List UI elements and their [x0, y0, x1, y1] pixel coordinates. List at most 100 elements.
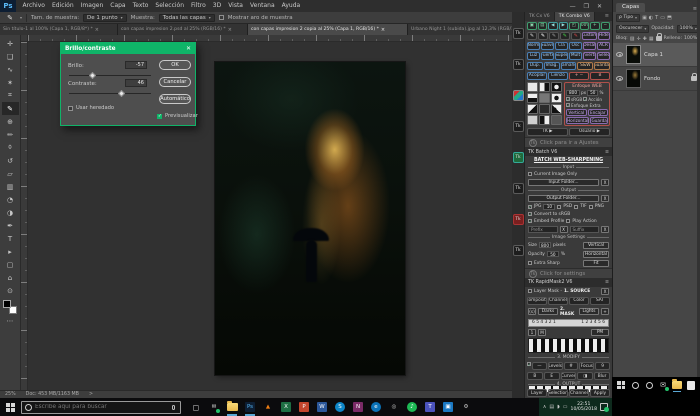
desaturate-button[interactable]: Desat — [583, 42, 596, 50]
prefix-field[interactable]: Prefix — [528, 226, 558, 233]
tk-panel-icon[interactable]: Tk — [513, 121, 524, 132]
powerpoint-button[interactable]: P — [297, 400, 311, 414]
document-icon[interactable] — [686, 380, 696, 390]
mask-thumbnail[interactable] — [551, 93, 562, 103]
tk-panel-icon[interactable]: Tk — [513, 28, 524, 39]
lock-position-icon[interactable]: ✚ — [643, 36, 647, 42]
image-button[interactable]: Imag. — [544, 62, 560, 70]
convert-srgb-checkbox[interactable] — [528, 212, 532, 216]
document-tab-1[interactable]: Sin título-1 al 100% (Capa 1, RGB/8*) * … — [0, 24, 118, 35]
lock-all-icon[interactable] — [656, 36, 662, 41]
action-center-icon[interactable] — [600, 403, 608, 411]
embed-profile-checkbox[interactable] — [528, 219, 532, 223]
focus-button[interactable]: Focus — [579, 362, 594, 370]
menu-capa[interactable]: Capa — [107, 0, 129, 12]
next-image-button[interactable]: ▶ — [559, 22, 569, 30]
current-image-checkbox[interactable] — [528, 172, 532, 176]
close-button[interactable]: ✕ — [597, 3, 602, 10]
brush-tool-icon[interactable]: ✏ — [2, 128, 19, 141]
output-selection-button[interactable]: Selection — [548, 389, 568, 397]
pen-tool-icon[interactable]: ✒ — [2, 219, 19, 232]
tk-panel-icon[interactable]: Tk — [513, 59, 524, 70]
history-brush-tool-icon[interactable]: ↺ — [2, 154, 19, 167]
png-checkbox[interactable] — [589, 205, 593, 209]
eraser-tool-icon[interactable]: ▱ — [2, 167, 19, 180]
filter-type-dropdown[interactable]: ρ Tipo ▾ — [616, 14, 640, 22]
invert-button[interactable]: Invertir — [583, 52, 596, 60]
filter-type-icon[interactable]: T — [655, 15, 658, 21]
mask-zone-scale[interactable]: 6 5 4 3 2 1 1 2 3 4 5 6 — [528, 319, 609, 327]
overlay-blend-button[interactable]: Super — [555, 52, 568, 60]
channel-button[interactable]: Channel — [548, 297, 568, 305]
task-view-icon[interactable] — [644, 380, 654, 390]
sw-button[interactable]: S&W — [577, 62, 593, 70]
layer-mask-checkbox[interactable] — [528, 289, 532, 293]
auto-button[interactable]: Automático — [159, 94, 191, 104]
gradient-tool-icon[interactable]: ▥ — [2, 180, 19, 193]
s-button[interactable]: (s) — [528, 308, 536, 315]
opacity-field[interactable]: 50 — [547, 251, 559, 257]
menu-archivo[interactable]: Archivo — [19, 0, 48, 12]
mask-piano-keys[interactable] — [528, 338, 609, 353]
skype-button[interactable]: S — [333, 400, 347, 414]
fit-button[interactable]: Fit — [583, 260, 609, 267]
brightness-slider-thumb[interactable] — [89, 72, 96, 79]
jpg-checkbox[interactable] — [528, 205, 532, 209]
zoom-100-button[interactable]: 100% — [580, 22, 590, 30]
canvas-button[interactable]: Lienzo — [548, 72, 568, 80]
gray-brush-button[interactable]: ✎ — [549, 32, 559, 40]
levels-button[interactable]: Levels — [548, 362, 563, 370]
task-view-button[interactable]: ◻ — [189, 400, 203, 414]
menu-imagen[interactable]: Imagen — [77, 0, 107, 12]
output-layer-button[interactable]: Layer — [527, 389, 547, 397]
panel-menu-icon[interactable]: ≡ — [605, 150, 609, 155]
word-button[interactable]: W — [315, 400, 329, 414]
tk-panel-icon[interactable] — [513, 90, 524, 101]
mask-thumbnail[interactable] — [539, 82, 550, 92]
lock-pixels-icon[interactable]: ✛ — [636, 36, 640, 42]
menu-seleccion[interactable]: Selección — [152, 0, 188, 12]
layer-name[interactable]: Capa 1 — [644, 52, 663, 58]
mask-thumbnail[interactable] — [539, 93, 550, 103]
menu-filtro[interactable]: Filtro — [188, 0, 210, 12]
color-swatches[interactable] — [3, 300, 17, 314]
menu-3d[interactable]: 3D — [209, 0, 224, 12]
play-action-checkbox[interactable] — [566, 219, 570, 223]
extra-sharpen-checkbox[interactable] — [566, 103, 570, 107]
invert-mask-button[interactable]: — — [532, 362, 547, 370]
vertical-button[interactable]: Vertical — [583, 242, 609, 249]
preview-mask-button[interactable]: ◨ — [577, 372, 593, 380]
color-button[interactable]: Color — [569, 297, 589, 305]
blur-button[interactable]: Blur — [594, 372, 610, 380]
tif-checkbox[interactable] — [574, 205, 578, 209]
close-tab-icon[interactable]: × — [95, 27, 99, 33]
document-tab-3-active[interactable]: con capas impresion 2 copia al 25% (Capa… — [248, 24, 408, 35]
luminosity-blend-button[interactable]: Luz — [527, 52, 540, 60]
fit-screen-button[interactable]: ◰ — [569, 22, 579, 30]
filter-shape-icon[interactable]: ▭ — [660, 15, 665, 21]
output-folder-button[interactable]: Output Folder... — [528, 195, 599, 202]
hide-button[interactable]: Hide — [598, 32, 610, 40]
layer-name[interactable]: Fondo — [644, 76, 660, 82]
mask-thumbnail[interactable] — [527, 93, 538, 103]
shape-tool-icon[interactable]: ▢ — [2, 258, 19, 271]
mail-button[interactable]: ✉ — [207, 400, 221, 414]
composite-button[interactable]: Composite — [527, 297, 547, 305]
zoom-tool-icon[interactable]: ⊙ — [2, 284, 19, 297]
contrast-value-field[interactable]: 46 — [125, 79, 147, 87]
open-folder-button[interactable]: ▣ — [527, 22, 537, 30]
focus-amount-button[interactable]: 9 — [595, 362, 610, 370]
mask-thumbnail[interactable] — [527, 104, 538, 114]
darks-zone-numbers[interactable]: 6 5 4 3 2 1 — [532, 320, 556, 325]
crop-tool-icon[interactable]: ⌗ — [2, 89, 19, 102]
edit-toolbar-icon[interactable]: ⋯ — [2, 314, 19, 327]
hardlight-blend-button[interactable]: Fuerte — [541, 52, 554, 60]
foreground-color-swatch[interactable] — [3, 300, 11, 308]
plus-minus-button[interactable]: + − — [569, 72, 589, 80]
zoom-in-button[interactable]: + — [590, 22, 600, 30]
tk-menu-button[interactable]: TK ▶ — [527, 128, 568, 136]
move-tool-icon[interactable]: ✛ — [2, 37, 19, 50]
edge-button[interactable]: e — [369, 400, 383, 414]
curves-button[interactable]: Curves — [561, 372, 577, 380]
acr-button[interactable]: ACR — [597, 42, 610, 50]
